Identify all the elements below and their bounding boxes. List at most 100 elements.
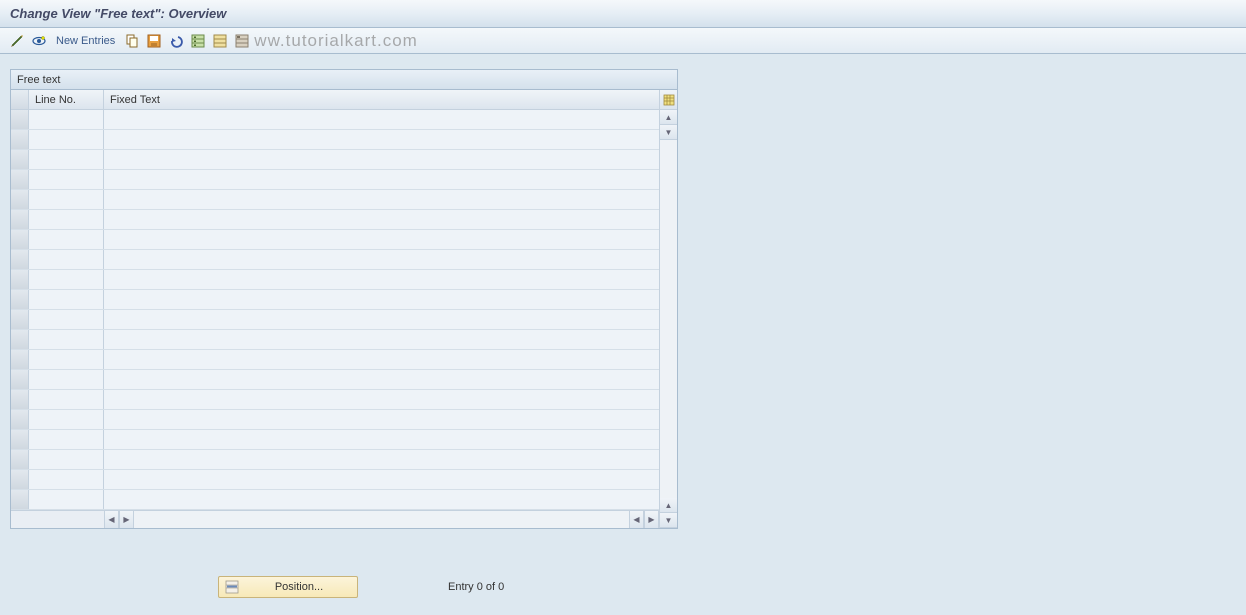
row-selector[interactable]: [11, 230, 29, 249]
cell-fixedtext[interactable]: [104, 490, 659, 509]
row-selector[interactable]: [11, 350, 29, 369]
row-selector[interactable]: [11, 110, 29, 129]
row-selector[interactable]: [11, 310, 29, 329]
table-row[interactable]: [11, 150, 659, 170]
column-header-fixedtext[interactable]: Fixed Text: [104, 90, 659, 109]
cell-lineno[interactable]: [29, 370, 104, 389]
hscroll-track[interactable]: [134, 511, 629, 528]
undo-icon[interactable]: [167, 32, 185, 50]
cell-lineno[interactable]: [29, 250, 104, 269]
display-change-icon[interactable]: [8, 32, 26, 50]
table-row[interactable]: [11, 450, 659, 470]
cell-lineno[interactable]: [29, 350, 104, 369]
cell-lineno[interactable]: [29, 390, 104, 409]
hscroll-right2-icon[interactable]: ▶: [644, 511, 659, 528]
table-row[interactable]: [11, 470, 659, 490]
table-row[interactable]: [11, 130, 659, 150]
cell-fixedtext[interactable]: [104, 170, 659, 189]
row-selector[interactable]: [11, 190, 29, 209]
row-selector[interactable]: [11, 210, 29, 229]
table-row[interactable]: [11, 210, 659, 230]
row-selector[interactable]: [11, 450, 29, 469]
column-header-lineno[interactable]: Line No.: [29, 90, 104, 109]
table-row[interactable]: [11, 190, 659, 210]
cell-lineno[interactable]: [29, 490, 104, 509]
row-selector[interactable]: [11, 490, 29, 509]
copy-icon[interactable]: [123, 32, 141, 50]
row-selector[interactable]: [11, 370, 29, 389]
cell-fixedtext[interactable]: [104, 190, 659, 209]
cell-lineno[interactable]: [29, 330, 104, 349]
row-selector[interactable]: [11, 430, 29, 449]
save-icon[interactable]: [145, 32, 163, 50]
row-selector[interactable]: [11, 290, 29, 309]
table-row[interactable]: [11, 310, 659, 330]
cell-fixedtext[interactable]: [104, 230, 659, 249]
hscroll-left-icon[interactable]: ◀: [104, 511, 119, 528]
table-row[interactable]: [11, 270, 659, 290]
table-row[interactable]: [11, 370, 659, 390]
row-selector[interactable]: [11, 330, 29, 349]
cell-lineno[interactable]: [29, 470, 104, 489]
cell-fixedtext[interactable]: [104, 310, 659, 329]
cell-fixedtext[interactable]: [104, 450, 659, 469]
cell-fixedtext[interactable]: [104, 250, 659, 269]
cell-lineno[interactable]: [29, 110, 104, 129]
cell-fixedtext[interactable]: [104, 370, 659, 389]
cell-lineno[interactable]: [29, 170, 104, 189]
cell-fixedtext[interactable]: [104, 290, 659, 309]
row-selector[interactable]: [11, 130, 29, 149]
cell-fixedtext[interactable]: [104, 350, 659, 369]
position-button[interactable]: Position...: [218, 576, 358, 598]
row-selector[interactable]: [11, 150, 29, 169]
table-row[interactable]: [11, 290, 659, 310]
cell-fixedtext[interactable]: [104, 470, 659, 489]
delimit-icon[interactable]: [233, 32, 251, 50]
cell-lineno[interactable]: [29, 290, 104, 309]
table-row[interactable]: [11, 390, 659, 410]
row-selector[interactable]: [11, 170, 29, 189]
table-row[interactable]: [11, 490, 659, 510]
cell-lineno[interactable]: [29, 430, 104, 449]
cell-fixedtext[interactable]: [104, 330, 659, 349]
vscroll-track[interactable]: [660, 140, 677, 498]
vscroll-up-icon[interactable]: ▲: [660, 110, 677, 125]
cell-fixedtext[interactable]: [104, 210, 659, 229]
cell-fixedtext[interactable]: [104, 130, 659, 149]
cell-fixedtext[interactable]: [104, 430, 659, 449]
table-row[interactable]: [11, 410, 659, 430]
row-selector[interactable]: [11, 250, 29, 269]
select-all-icon[interactable]: [189, 32, 207, 50]
table-settings-icon[interactable]: [660, 90, 677, 110]
row-selector[interactable]: [11, 410, 29, 429]
cell-fixedtext[interactable]: [104, 270, 659, 289]
cell-lineno[interactable]: [29, 130, 104, 149]
cell-lineno[interactable]: [29, 150, 104, 169]
table-row[interactable]: [11, 250, 659, 270]
cell-fixedtext[interactable]: [104, 110, 659, 129]
table-row[interactable]: [11, 430, 659, 450]
new-entries-button[interactable]: New Entries: [56, 35, 115, 47]
cell-lineno[interactable]: [29, 230, 104, 249]
cell-lineno[interactable]: [29, 410, 104, 429]
cell-lineno[interactable]: [29, 190, 104, 209]
row-selector[interactable]: [11, 270, 29, 289]
cell-lineno[interactable]: [29, 450, 104, 469]
table-row[interactable]: [11, 330, 659, 350]
table-row[interactable]: [11, 110, 659, 130]
cell-fixedtext[interactable]: [104, 410, 659, 429]
vscroll-down-icon[interactable]: ▼: [660, 125, 677, 140]
deselect-all-icon[interactable]: [211, 32, 229, 50]
vscroll-down2-icon[interactable]: ▼: [660, 513, 677, 528]
other-view-icon[interactable]: [30, 32, 48, 50]
cell-fixedtext[interactable]: [104, 150, 659, 169]
table-row[interactable]: [11, 350, 659, 370]
vscroll-up2-icon[interactable]: ▲: [660, 498, 677, 513]
table-row[interactable]: [11, 170, 659, 190]
row-selector[interactable]: [11, 390, 29, 409]
selection-column-header[interactable]: [11, 90, 29, 109]
hscroll-left2-icon[interactable]: ◀: [629, 511, 644, 528]
table-row[interactable]: [11, 230, 659, 250]
cell-lineno[interactable]: [29, 310, 104, 329]
cell-fixedtext[interactable]: [104, 390, 659, 409]
